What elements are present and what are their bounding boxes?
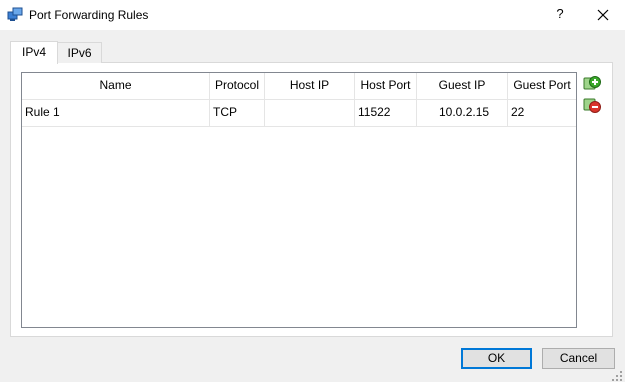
table-row[interactable]: Rule 1 TCP 11522 10.0.2.15 22 <box>22 99 576 127</box>
close-icon[interactable] <box>594 5 612 25</box>
table-header: Name Protocol Host IP Host Port Guest IP… <box>22 73 576 100</box>
column-header-guest-port[interactable]: Guest Port <box>508 73 576 99</box>
cell-guest-port[interactable]: 22 <box>508 99 576 126</box>
window-title: Port Forwarding Rules <box>29 8 149 22</box>
cell-protocol[interactable]: TCP <box>210 99 265 126</box>
column-header-protocol[interactable]: Protocol <box>210 73 265 99</box>
cell-host-ip[interactable] <box>265 99 355 126</box>
column-header-name[interactable]: Name <box>22 73 210 99</box>
add-rule-icon[interactable] <box>583 75 601 93</box>
column-header-guest-ip[interactable]: Guest IP <box>417 73 508 99</box>
tab-ipv6-label: IPv6 <box>67 46 92 60</box>
cell-name[interactable]: Rule 1 <box>22 99 210 126</box>
help-button[interactable]: ? <box>550 3 570 25</box>
cancel-button[interactable]: Cancel <box>542 348 615 369</box>
resize-grip-icon[interactable] <box>611 370 623 382</box>
rules-table[interactable]: Name Protocol Host IP Host Port Guest IP… <box>21 72 577 328</box>
cell-host-port[interactable]: 11522 <box>355 99 417 126</box>
ok-button[interactable]: OK <box>461 348 532 369</box>
remove-rule-icon[interactable] <box>583 96 601 114</box>
cell-guest-ip[interactable]: 10.0.2.15 <box>417 99 508 126</box>
column-header-host-ip[interactable]: Host IP <box>265 73 355 99</box>
column-header-host-port[interactable]: Host Port <box>355 73 417 99</box>
network-adapter-icon <box>7 7 23 21</box>
title-bar: Port Forwarding Rules ? <box>0 0 625 30</box>
tab-ipv6[interactable]: IPv6 <box>57 42 102 63</box>
tab-ipv4[interactable]: IPv4 <box>10 41 58 64</box>
tab-ipv4-label: IPv4 <box>21 45 46 59</box>
